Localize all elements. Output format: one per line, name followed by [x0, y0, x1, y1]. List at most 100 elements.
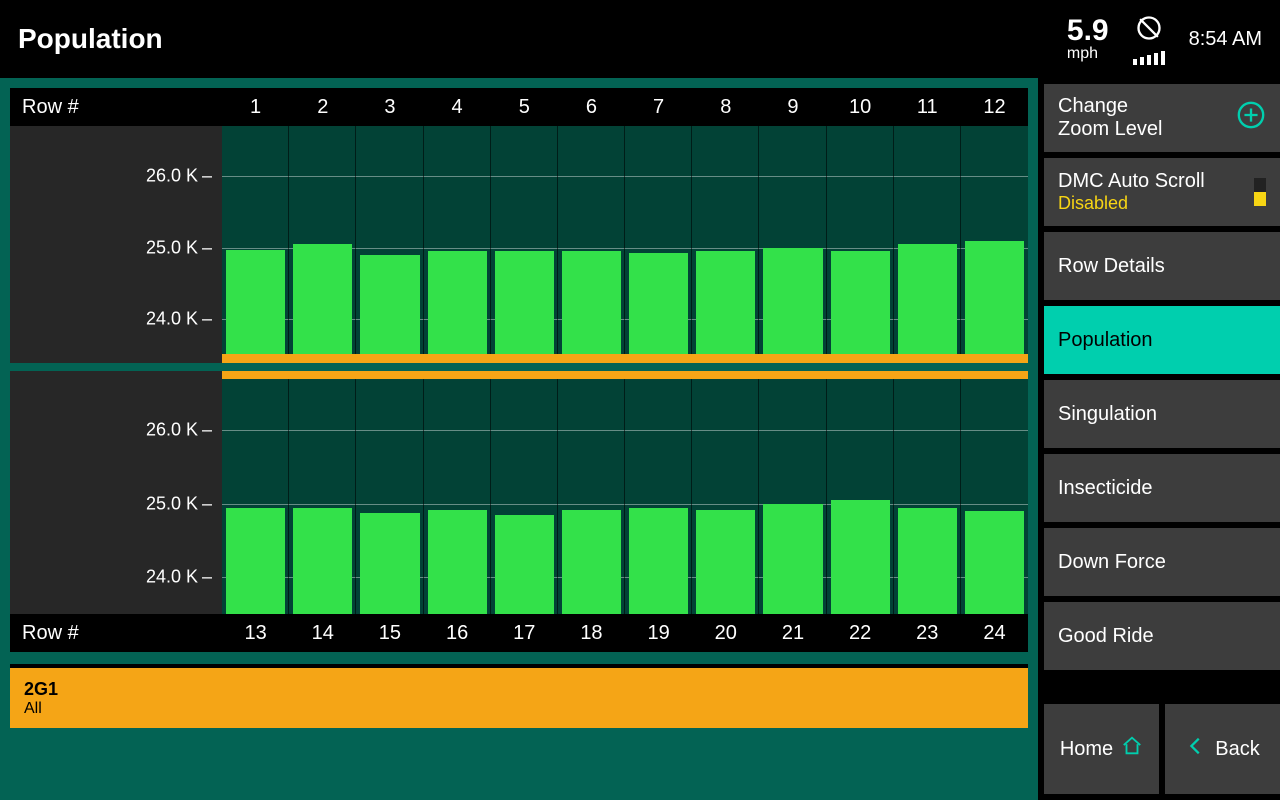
- row-header-bottom: Row # 131415161718192021222324: [10, 614, 1028, 652]
- hybrid-scope: All: [24, 700, 1014, 718]
- row-details-button[interactable]: Row Details: [1044, 232, 1280, 300]
- page-title: Population: [18, 23, 163, 55]
- bar-column[interactable]: [558, 126, 625, 355]
- population-bar: [495, 251, 554, 355]
- row-number: 8: [692, 96, 759, 119]
- row-number: 2: [289, 96, 356, 119]
- population-bar: [629, 508, 688, 614]
- clock: 8:54 AM: [1189, 28, 1262, 51]
- population-bar: [696, 251, 755, 355]
- bar-column[interactable]: [356, 379, 423, 614]
- population-bar: [495, 515, 554, 614]
- hybrid-footer[interactable]: 2G1 All: [10, 664, 1028, 728]
- singulation-tab[interactable]: Singulation: [1044, 380, 1280, 448]
- y-tick-label: 26.0 K–: [146, 420, 212, 441]
- population-bar: [293, 508, 352, 614]
- good-ride-tab[interactable]: Good Ride: [1044, 602, 1280, 670]
- bar-column[interactable]: [625, 126, 692, 355]
- row-label: Row #: [10, 96, 222, 119]
- chart-panel-bottom: 26.0 K–25.0 K–24.0 K– Row # 131415161718…: [10, 371, 1028, 652]
- target-strip: [222, 354, 1028, 363]
- bar-column[interactable]: [356, 126, 423, 355]
- row-number: 9: [759, 96, 826, 119]
- bar-column[interactable]: [222, 379, 289, 614]
- bar-column[interactable]: [827, 126, 894, 355]
- insecticide-label: Insecticide: [1058, 477, 1153, 500]
- population-bar: [226, 508, 285, 614]
- row-number: 6: [558, 96, 625, 119]
- home-button[interactable]: Home: [1044, 704, 1159, 794]
- row-number: 18: [558, 622, 625, 645]
- row-number: 14: [289, 622, 356, 645]
- bar-column[interactable]: [289, 126, 356, 355]
- population-bar: [763, 248, 822, 355]
- top-bar: Population 5.9 mph 8:54 AM: [0, 0, 1280, 78]
- singulation-label: Singulation: [1058, 403, 1157, 426]
- population-bar: [898, 508, 957, 614]
- population-bar: [898, 244, 957, 355]
- population-bar: [696, 510, 755, 614]
- bar-column[interactable]: [759, 379, 826, 614]
- row-number: 20: [692, 622, 759, 645]
- row-details-label: Row Details: [1058, 255, 1165, 278]
- population-bar: [965, 241, 1024, 356]
- row-number: 3: [356, 96, 423, 119]
- row-number: 5: [491, 96, 558, 119]
- population-bar: [562, 510, 621, 614]
- bar-column[interactable]: [894, 379, 961, 614]
- insecticide-tab[interactable]: Insecticide: [1044, 454, 1280, 522]
- back-button[interactable]: Back: [1165, 704, 1280, 794]
- population-bar: [360, 255, 419, 355]
- y-tick-label: 25.0 K–: [146, 493, 212, 514]
- row-label: Row #: [10, 622, 222, 645]
- population-bar: [360, 513, 419, 614]
- bar-column[interactable]: [692, 126, 759, 355]
- dmc-label: DMC Auto Scroll: [1058, 170, 1205, 193]
- bar-column[interactable]: [424, 379, 491, 614]
- down-force-tab[interactable]: Down Force: [1044, 528, 1280, 596]
- y-tick-label: 26.0 K–: [146, 166, 212, 187]
- population-bar: [428, 510, 487, 614]
- population-bar: [763, 504, 822, 614]
- row-number: 4: [424, 96, 491, 119]
- population-tab[interactable]: Population: [1044, 306, 1280, 374]
- dmc-autoscroll-toggle[interactable]: DMC Auto Scroll Disabled: [1044, 158, 1280, 226]
- bar-column[interactable]: [961, 126, 1028, 355]
- home-icon: [1121, 735, 1143, 763]
- speed-unit: mph: [1067, 46, 1098, 63]
- hybrid-name: 2G1: [24, 679, 1014, 700]
- gps-signal-indicator: [1133, 14, 1165, 65]
- row-number: 12: [961, 96, 1028, 119]
- good-ride-label: Good Ride: [1058, 625, 1154, 648]
- bar-column[interactable]: [827, 379, 894, 614]
- population-bar: [831, 251, 890, 355]
- population-label: Population: [1058, 329, 1153, 352]
- row-number: 21: [759, 622, 826, 645]
- row-number: 15: [356, 622, 423, 645]
- row-number: 10: [827, 96, 894, 119]
- bar-column[interactable]: [491, 126, 558, 355]
- zoom-line2: Zoom Level: [1058, 118, 1163, 141]
- zoom-level-button[interactable]: Change Zoom Level: [1044, 84, 1280, 152]
- bar-column[interactable]: [558, 379, 625, 614]
- main-content: Row # 123456789101112 26.0 K–25.0 K–24.0…: [0, 78, 1038, 800]
- population-bar: [629, 253, 688, 355]
- row-number: 11: [894, 96, 961, 119]
- bar-column[interactable]: [759, 126, 826, 355]
- satellite-icon: [1135, 14, 1163, 47]
- bar-column[interactable]: [625, 379, 692, 614]
- population-bar: [226, 250, 285, 355]
- bar-column[interactable]: [961, 379, 1028, 614]
- bar-column[interactable]: [222, 126, 289, 355]
- y-tick-label: 25.0 K–: [146, 237, 212, 258]
- speed-value: 5.9: [1067, 15, 1109, 47]
- bar-column[interactable]: [424, 126, 491, 355]
- row-number: 7: [625, 96, 692, 119]
- row-number: 24: [961, 622, 1028, 645]
- bar-column[interactable]: [491, 379, 558, 614]
- bar-column[interactable]: [894, 126, 961, 355]
- bar-column[interactable]: [692, 379, 759, 614]
- row-number: 13: [222, 622, 289, 645]
- down-force-label: Down Force: [1058, 551, 1166, 574]
- bar-column[interactable]: [289, 379, 356, 614]
